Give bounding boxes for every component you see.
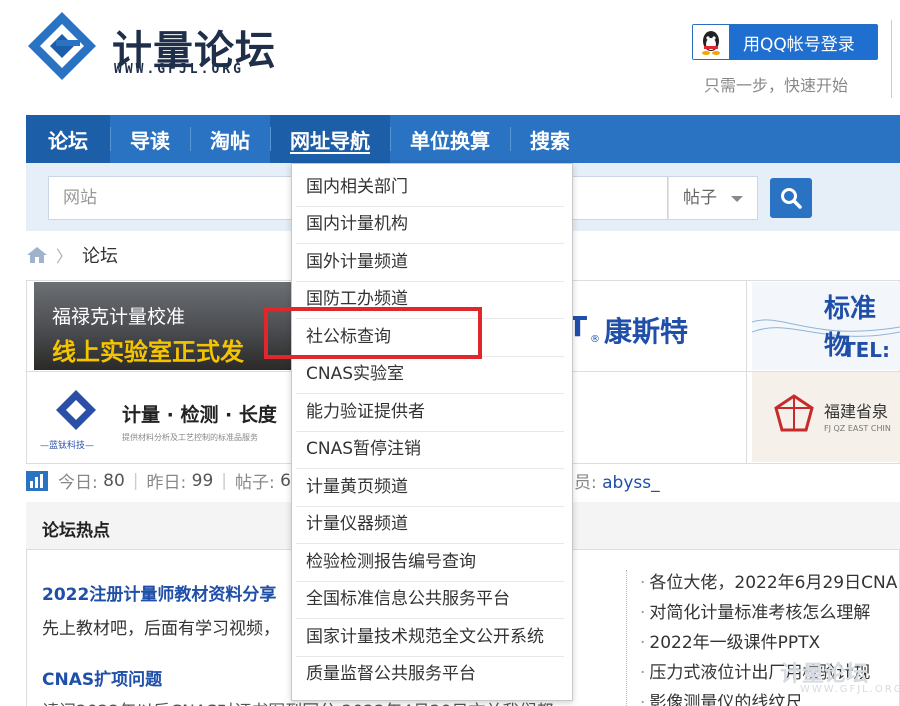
qq-login-hint: 只需一步，快速开始 — [704, 76, 849, 95]
banner-fluke-line1: 福禄克计量校准 — [52, 306, 186, 328]
bar-chart-icon — [26, 470, 48, 491]
dropdown-item-cnas-lab[interactable]: CNAS实验室 — [296, 357, 564, 394]
chevron-down-icon — [731, 196, 743, 202]
lantai-logo-icon — [56, 390, 96, 430]
banner-lantai-brand: —蓝钛科技— — [40, 441, 95, 451]
banner-const[interactable]: T ® 康斯特 — [560, 282, 746, 370]
dropdown-item-domestic-depts[interactable]: 国内相关部门 — [296, 170, 564, 207]
dropdown-item-yellow-pages[interactable]: 计量黄页频道 — [296, 470, 564, 507]
dropdown-item-national-standards[interactable]: 全国标准信息公共服务平台 — [296, 582, 564, 619]
stats-today: 80 — [103, 470, 125, 491]
search-type-label: 帖子 — [683, 188, 717, 208]
site-directory-dropdown: 国内相关部门 国内计量机构 国外计量频道 国防工办频道 社公标查询 CNAS实验… — [291, 163, 573, 701]
nav-item-unit-conversion[interactable]: 单位换算 — [390, 115, 510, 163]
dropdown-item-report-number-query[interactable]: 检验检测报告编号查询 — [296, 545, 564, 582]
dropdown-item-domestic-metrology[interactable]: 国内计量机构 — [296, 207, 564, 244]
banner-const-title: 康斯特 — [604, 315, 689, 348]
banner-divider — [746, 280, 747, 464]
banner-lantai-sub: 提供材料分析及工艺控制的标准品服务 — [122, 433, 258, 442]
fujian-logo-icon — [774, 394, 814, 432]
banner-fluke[interactable]: 福禄克计量校准 线上实验室正式发 — [34, 282, 296, 370]
dropdown-item-instruments[interactable]: 计量仪器频道 — [296, 507, 564, 544]
logo-mark-icon — [28, 12, 96, 80]
nav-item-site-directory[interactable]: 网址导航 — [270, 115, 390, 163]
stats-posts: 6 — [280, 470, 291, 491]
hot-list-item[interactable]: · 对简化计量标准考核怎么理解 — [640, 602, 897, 632]
stats-member-label: 员: — [574, 473, 597, 493]
dropdown-item-metrology-specs[interactable]: 国家计量技术规范全文公开系统 — [296, 620, 564, 657]
hot-list-divider — [626, 570, 627, 706]
banner-lantai[interactable]: —蓝钛科技— 计量 · 检测 · 长度 提供材料分析及工艺控制的标准品服务 — [34, 372, 296, 462]
search-button[interactable] — [770, 178, 812, 218]
qq-login-label: 用QQ帐号登录 — [743, 34, 855, 55]
main-nav: 论坛 导读 淘帖 网址导航 单位换算 搜索 — [26, 115, 900, 163]
hot-post-title[interactable]: CNAS扩项问题 — [42, 665, 162, 690]
banner-fujian-title: 福建省泉 — [824, 402, 889, 421]
breadcrumb-current[interactable]: 论坛 — [82, 242, 118, 268]
hot-post-summary: 先上教材吧，后面有学习视频， — [42, 619, 280, 639]
home-icon[interactable] — [26, 246, 48, 264]
logo-url: WWW.GFJL.ORG — [114, 62, 244, 77]
hot-list-item[interactable]: · 各位大佬，2022年6月29日CNA — [640, 572, 897, 602]
stats-today-label: 今日: — [58, 473, 98, 493]
search-type-select[interactable]: 帖子 — [668, 176, 758, 220]
site-logo[interactable]: 计量论坛 WWW.GFJL.ORG — [26, 10, 286, 82]
stats-newest-member: 员: abyss_ — [574, 468, 660, 493]
hot-section-title: 论坛热点 — [42, 521, 110, 541]
breadcrumb: 〉 论坛 — [26, 242, 118, 268]
banner-fluke-line2: 线上实验室正式发 — [52, 338, 244, 366]
banner-standard-tel: TEL: — [842, 338, 891, 362]
registered-icon: ® — [590, 334, 600, 345]
newest-member-link[interactable]: abyss_ — [602, 473, 659, 493]
stats-separator: | — [132, 470, 139, 491]
banner-lantai-title: 计量 · 检测 · 长度 — [122, 404, 277, 426]
qq-login-button[interactable]: 用QQ帐号登录 — [692, 24, 878, 60]
banner-standard[interactable]: 标准物 TEL: — [752, 282, 900, 370]
nav-item-forum[interactable]: 论坛 — [26, 115, 110, 163]
search-icon — [781, 188, 802, 209]
dropdown-item-cnas-suspended[interactable]: CNAS暂停注销 — [296, 432, 564, 469]
hot-post-title[interactable]: 2022注册计量师教材资料分享 — [42, 580, 276, 605]
stats-separator: | — [221, 470, 228, 491]
forum-stats: 今日: 80 | 昨日: 99 | 帖子: 6 — [26, 468, 291, 493]
nav-item-search[interactable]: 搜索 — [510, 115, 590, 163]
breadcrumb-separator: 〉 — [56, 247, 73, 266]
stats-posts-label: 帖子: — [235, 473, 275, 493]
dropdown-item-quality-supervision[interactable]: 质量监督公共服务平台 — [296, 657, 564, 694]
nav-item-collections[interactable]: 淘帖 — [190, 115, 270, 163]
header-divider — [891, 20, 892, 98]
dropdown-item-foreign-metrology[interactable]: 国外计量频道 — [296, 245, 564, 282]
banner-fujian[interactable]: 福建省泉 FJ QZ EAST CHIN — [752, 372, 900, 462]
dropdown-item-proficiency-provider[interactable]: 能力验证提供者 — [296, 395, 564, 432]
banner-fujian-sub: FJ QZ EAST CHIN — [824, 424, 891, 433]
stats-yesterday: 99 — [191, 470, 214, 491]
qq-penguin-icon — [693, 25, 729, 59]
highlight-box — [264, 307, 482, 359]
nav-item-guide[interactable]: 导读 — [110, 115, 190, 163]
watermark-url: WWW.GFJL.ORG — [800, 684, 900, 695]
stats-yesterday-label: 昨日: — [146, 473, 187, 493]
